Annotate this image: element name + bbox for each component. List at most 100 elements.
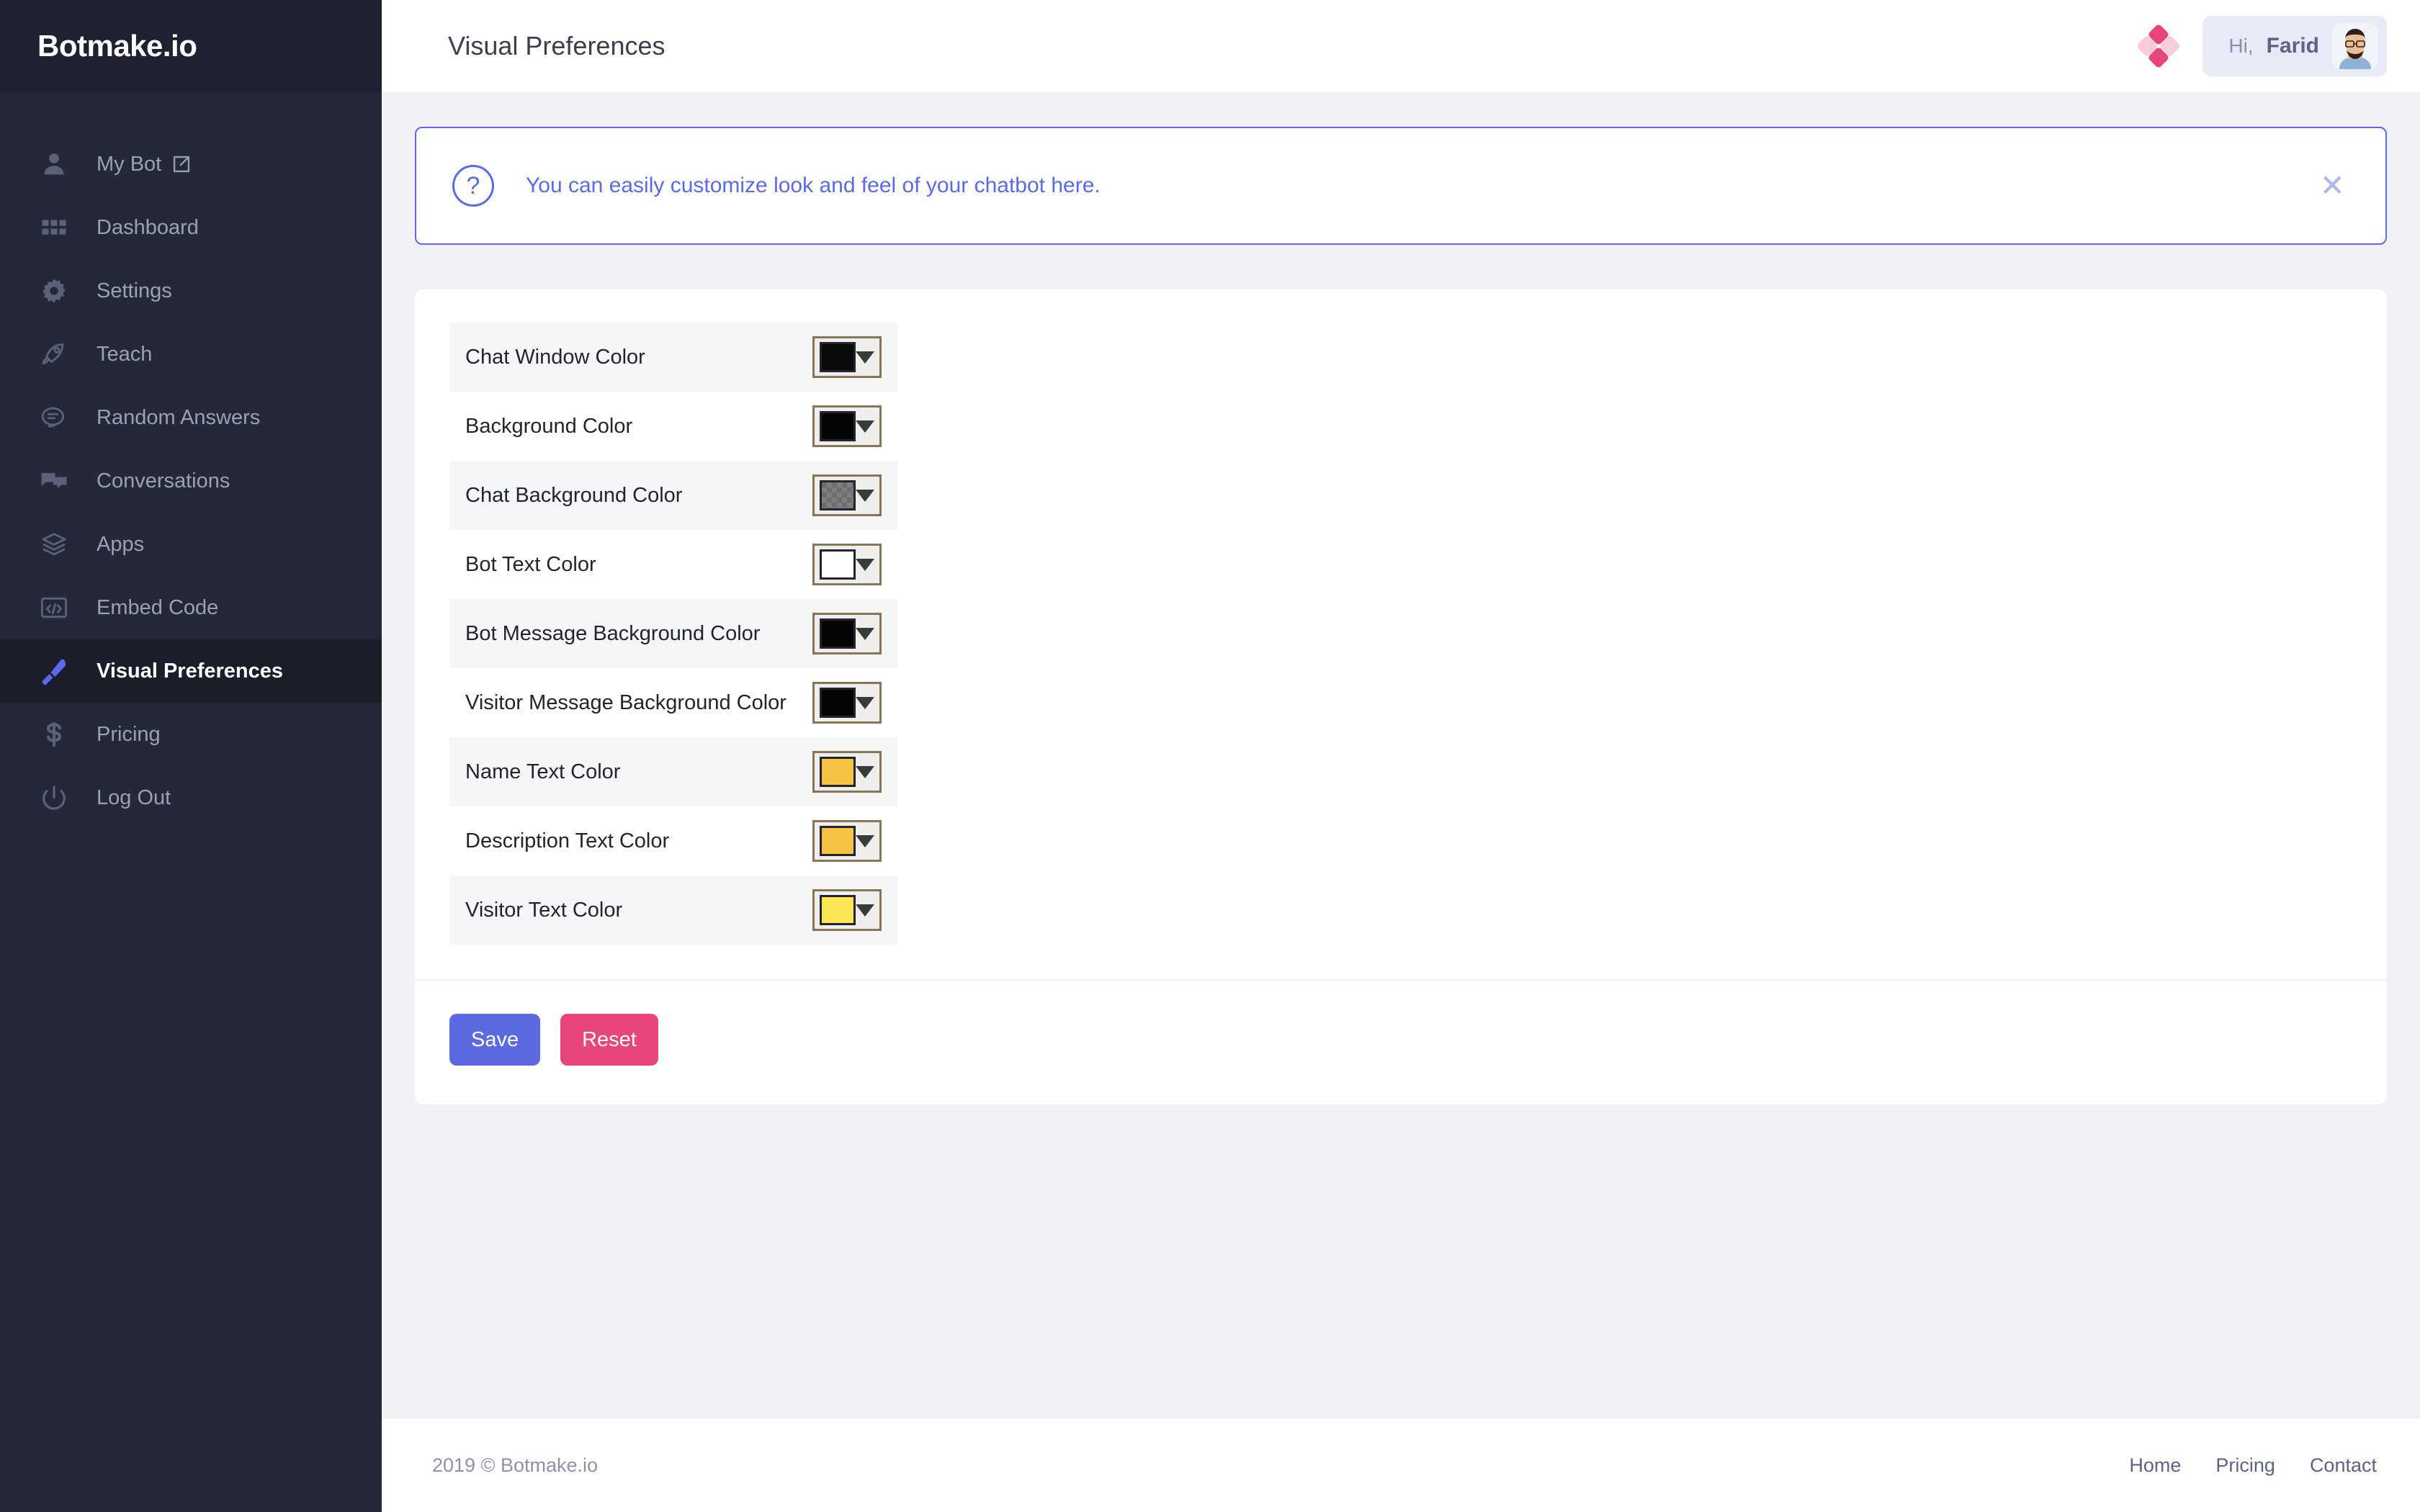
topbar: Visual Preferences Hi, Farid [382,0,2420,92]
color-picker[interactable] [812,682,882,724]
layers-icon [37,528,71,561]
color-picker[interactable] [812,405,882,447]
card-actions: Save Reset [415,981,2387,1104]
preference-label: Description Text Color [465,829,670,852]
preference-label: Visitor Message Background Color [465,690,786,714]
chevron-down-icon [856,765,874,778]
color-picker[interactable] [812,544,882,585]
sidebar-item-conversations[interactable]: Conversations [0,449,382,513]
sidebar-item-label: Teach [97,342,153,366]
sidebar-item-label: Random Answers [97,405,261,429]
dollar-icon [37,718,71,751]
user-icon [37,148,71,181]
external-link-icon [171,154,192,174]
color-swatch [820,826,856,856]
sidebar-item-label: Apps [97,532,145,556]
preference-row: Visitor Text Color [449,876,897,945]
preference-row: Bot Text Color [449,530,897,599]
color-swatch [820,411,856,441]
sidebar-item-label: Conversations [97,469,230,492]
footer-link-pricing[interactable]: Pricing [2215,1454,2275,1477]
color-picker[interactable] [812,751,882,793]
chevron-down-icon [856,904,874,917]
color-picker[interactable] [812,820,882,862]
main-area: Visual Preferences Hi, Farid ? You can e… [382,0,2420,1512]
preference-label: Chat Background Color [465,483,683,507]
sidebar-item-log-out[interactable]: Log Out [0,766,382,829]
chevron-down-icon [856,834,874,847]
chevron-down-icon [856,627,874,640]
sidebar-item-label: Settings [97,279,172,302]
preference-label: Visitor Text Color [465,898,623,922]
preferences-table: Chat Window Color Background Color Chat Ba… [415,289,2387,979]
gear-icon [37,274,71,307]
footer-link-contact[interactable]: Contact [2310,1454,2377,1477]
sidebar-item-teach[interactable]: Teach [0,323,382,386]
copyright-text: 2019 © Botmake.io [432,1454,599,1476]
preference-row: Bot Message Background Color [449,599,897,668]
preference-label: Name Text Color [465,760,621,783]
sidebar-item-embed-code[interactable]: Embed Code [0,576,382,639]
avatar [2332,23,2378,69]
sidebar-item-pricing[interactable]: Pricing [0,703,382,766]
sidebar-item-dashboard[interactable]: Dashboard [0,196,382,259]
save-button[interactable]: Save [449,1014,541,1066]
chevron-down-icon [856,351,874,364]
footer-links: Home Pricing Contact [2129,1454,2377,1477]
grid-icon [37,211,71,244]
preference-row: Chat Background Color [449,461,897,530]
preference-label: Chat Window Color [465,345,645,369]
preference-label: Bot Text Color [465,552,596,576]
reset-button[interactable]: Reset [560,1014,658,1066]
preference-row: Name Text Color [449,737,897,806]
paintbrush-icon [37,654,71,688]
sidebar-item-label: Dashboard [97,215,199,239]
topbar-right: Hi, Farid [2136,16,2387,76]
sidebar: Botmake.io My Bot Dashboard Settings Teach R… [0,0,382,1512]
footer: 2019 © Botmake.io Home Pricing Contact [382,1417,2420,1512]
sidebar-item-settings[interactable]: Settings [0,259,382,323]
power-icon [37,781,71,814]
color-picker[interactable] [812,889,882,931]
preference-row: Visitor Message Background Color [449,668,897,737]
preference-label: Bot Message Background Color [465,621,761,645]
color-swatch [820,342,856,372]
color-picker[interactable] [812,474,882,516]
sidebar-item-label: Pricing [97,722,161,746]
preference-label: Background Color [465,414,633,438]
content-area: ? You can easily customize look and feel… [382,92,2420,1417]
color-picker[interactable] [812,336,882,378]
brand-logo[interactable]: Botmake.io [0,0,382,92]
color-swatch [820,895,856,925]
color-swatch [820,480,856,510]
chat-bubbles-icon [37,401,71,434]
user-menu[interactable]: Hi, Farid [2202,16,2387,76]
preferences-card: Chat Window Color Background Color Chat Ba… [415,289,2387,1104]
preference-row: Description Text Color [449,806,897,876]
sidebar-item-random-answers[interactable]: Random Answers [0,386,382,449]
color-swatch [820,618,856,649]
banner-message: You can easily customize look and feel o… [526,174,1101,197]
color-swatch [820,688,856,718]
color-swatch [820,757,856,787]
sidebar-nav: My Bot Dashboard Settings Teach Random Answe… [0,92,382,829]
close-icon[interactable]: ✕ [2308,163,2357,208]
greeting-label: Hi, [2228,35,2254,57]
footer-link-home[interactable]: Home [2129,1454,2181,1477]
sidebar-item-label: Log Out [97,786,171,809]
brand-name: Botmake.io [37,29,197,63]
username-label: Farid [2266,34,2319,58]
info-banner: ? You can easily customize look and feel… [415,127,2387,245]
rocket-icon [37,338,71,371]
sidebar-item-label: Visual Preferences [97,659,284,683]
sidebar-item-apps[interactable]: Apps [0,513,382,576]
color-picker[interactable] [812,613,882,654]
page-title: Visual Preferences [448,31,666,60]
sidebar-item-my-bot[interactable]: My Bot [0,132,382,196]
diamond-logo-icon[interactable] [2136,23,2182,69]
sidebar-item-visual-preferences[interactable]: Visual Preferences [0,639,382,703]
chevron-down-icon [856,696,874,709]
question-mark-icon: ? [452,165,494,207]
color-swatch [820,549,856,580]
sidebar-item-label: My Bot [97,152,162,176]
